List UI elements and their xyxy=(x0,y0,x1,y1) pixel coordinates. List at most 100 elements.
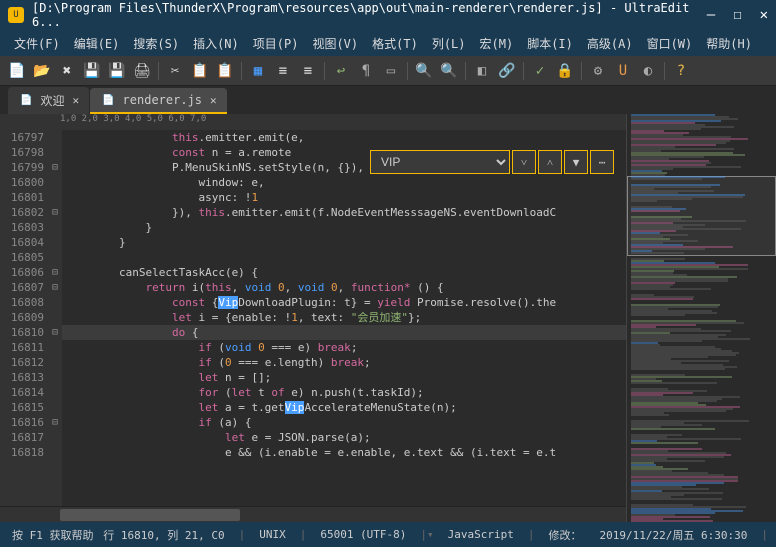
code-line[interactable]: this.emitter.emit(e, xyxy=(62,130,626,145)
indent-icon[interactable]: ≡ xyxy=(272,60,294,82)
fold-toggle[interactable]: ⊟ xyxy=(48,265,62,280)
menu-item[interactable]: 搜索(S) xyxy=(127,32,185,55)
code-line[interactable] xyxy=(62,250,626,265)
minimap[interactable] xyxy=(626,114,776,522)
find-icon[interactable]: 🔍 xyxy=(413,60,435,82)
code-line[interactable]: canSelectTaskAcc(e) { xyxy=(62,265,626,280)
code-line[interactable]: for (let t of e) n.push(t.taskId); xyxy=(62,385,626,400)
menu-item[interactable]: 编辑(E) xyxy=(68,32,126,55)
code-line[interactable]: async: !1 xyxy=(62,190,626,205)
fold-toggle[interactable]: ⊟ xyxy=(48,205,62,220)
fold-toggle[interactable]: ⊟ xyxy=(48,325,62,340)
code-line[interactable]: let e = JSON.parse(a); xyxy=(62,430,626,445)
code-line[interactable]: let a = t.getVipAccelerateMenuState(n); xyxy=(62,400,626,415)
toolbar: 📄📂✖💾💾🖨✂📋📋▦≡≡↩¶▭🔍🔍◧🔗✓🔒⚙U◐? xyxy=(0,56,776,86)
help-icon[interactable]: ? xyxy=(670,60,692,82)
menu-item[interactable]: 宏(M) xyxy=(474,32,520,55)
save-icon[interactable]: 💾 xyxy=(81,60,103,82)
outdent-icon[interactable]: ≡ xyxy=(297,60,319,82)
code-text[interactable]: this.emitter.emit(e, const n = a.remote … xyxy=(62,130,626,506)
tab[interactable]: 📄欢迎✕ xyxy=(8,87,89,114)
menu-item[interactable]: 窗口(W) xyxy=(641,32,699,55)
fold-toggle xyxy=(48,130,62,145)
fold-toggle xyxy=(48,235,62,250)
tab[interactable]: 📄renderer.js✕ xyxy=(90,88,227,114)
mark-icon[interactable]: ▦ xyxy=(247,60,269,82)
menu-item[interactable]: 高级(A) xyxy=(581,32,639,55)
scroll-thumb[interactable] xyxy=(60,509,240,521)
code-area[interactable]: 1679716798167991680016801168021680316804… xyxy=(0,130,626,506)
menu-item[interactable]: 文件(F) xyxy=(8,32,66,55)
save-as-icon[interactable]: 💾 xyxy=(106,60,128,82)
fold-toggle xyxy=(48,295,62,310)
main-area: 1,0 2,0 3,0 4,0 5,0 6,0 7,0 167971679816… xyxy=(0,114,776,522)
fold-gutter[interactable]: ⊟⊟⊟⊟⊟⊟ xyxy=(48,130,62,506)
link-icon[interactable]: 🔗 xyxy=(496,60,518,82)
code-line[interactable]: let n = []; xyxy=(62,370,626,385)
close-icon[interactable]: ✖ xyxy=(56,60,78,82)
menu-item[interactable]: 视图(V) xyxy=(306,32,364,55)
code-line[interactable]: if (a) { xyxy=(62,415,626,430)
fold-toggle xyxy=(48,370,62,385)
code-line[interactable]: if (void 0 === e) break; xyxy=(62,340,626,355)
menu-item[interactable]: 格式(T) xyxy=(366,32,424,55)
ruler: 1,0 2,0 3,0 4,0 5,0 6,0 7,0 xyxy=(0,114,626,130)
app-icon: U xyxy=(8,7,24,23)
code-line[interactable]: } xyxy=(62,220,626,235)
paste-icon[interactable]: 📋 xyxy=(214,60,236,82)
search-options-button[interactable]: ▼ xyxy=(564,150,588,174)
menu-item[interactable]: 插入(N) xyxy=(187,32,245,55)
cut-icon[interactable]: ✂ xyxy=(164,60,186,82)
fold-toggle xyxy=(48,445,62,460)
menu-item[interactable]: 脚本(I) xyxy=(521,32,579,55)
menu-item[interactable]: 帮助(H) xyxy=(700,32,758,55)
nav-icon[interactable]: ◧ xyxy=(471,60,493,82)
code-line[interactable]: do { xyxy=(62,325,626,340)
search-next-button[interactable]: ˅ xyxy=(512,150,536,174)
block-icon[interactable]: ▭ xyxy=(380,60,402,82)
check-icon[interactable]: ✓ xyxy=(529,60,551,82)
tab-close-button[interactable]: ✕ xyxy=(210,94,217,107)
maximize-button[interactable]: ☐ xyxy=(733,7,741,23)
code-line[interactable]: if (0 === e.length) break; xyxy=(62,355,626,370)
replace-icon[interactable]: 🔍 xyxy=(438,60,460,82)
code-line[interactable]: } xyxy=(62,235,626,250)
show-icon[interactable]: ¶ xyxy=(355,60,377,82)
minimize-button[interactable]: — xyxy=(707,7,715,23)
status-position: 行 16810, 列 21, C0 xyxy=(99,527,228,543)
code-line[interactable]: }), this.emitter.emit(f.NodeEventMesssag… xyxy=(62,205,626,220)
file-icon: 📄 xyxy=(102,95,114,106)
tab-close-button[interactable]: ✕ xyxy=(72,94,79,107)
wrap-icon[interactable]: ↩ xyxy=(330,60,352,82)
window-title: [D:\Program Files\ThunderX\Program\resou… xyxy=(32,1,707,29)
search-prev-button[interactable]: ˄ xyxy=(538,150,562,174)
copy-icon[interactable]: 📋 xyxy=(189,60,211,82)
fold-toggle[interactable]: ⊟ xyxy=(48,280,62,295)
tabbar: 📄欢迎✕📄renderer.js✕ xyxy=(0,86,776,114)
new-file-icon[interactable]: 📄 xyxy=(6,60,28,82)
fold-toggle[interactable]: ⊟ xyxy=(48,415,62,430)
search-input[interactable]: VIP xyxy=(370,150,510,174)
code-line[interactable]: window: e, xyxy=(62,175,626,190)
code-line[interactable]: return i(this, void 0, void 0, function*… xyxy=(62,280,626,295)
code-line[interactable]: e && (i.enable = e.enable, e.text && (i.… xyxy=(62,445,626,460)
code-line[interactable]: let i = {enable: !1, text: "会员加速"}; xyxy=(62,310,626,325)
fold-toggle[interactable]: ⊟ xyxy=(48,160,62,175)
close-window-button[interactable]: ✕ xyxy=(760,7,768,23)
html-icon[interactable]: U xyxy=(612,60,634,82)
fold-toggle xyxy=(48,400,62,415)
open-file-icon[interactable]: 📂 xyxy=(31,60,53,82)
horizontal-scrollbar[interactable] xyxy=(0,506,626,522)
search-more-button[interactable]: ⋯ xyxy=(590,150,614,174)
print-icon[interactable]: 🖨 xyxy=(131,60,153,82)
menu-item[interactable]: 项目(P) xyxy=(247,32,305,55)
search-overlay: VIP ˅ ˄ ▼ ⋯ xyxy=(370,150,614,174)
fold-toggle xyxy=(48,310,62,325)
menu-item[interactable]: 列(L) xyxy=(426,32,472,55)
theme-icon[interactable]: ◐ xyxy=(637,60,659,82)
code-line[interactable]: const {VipDownloadPlugin: t} = yield Pro… xyxy=(62,295,626,310)
editor-pane: 1,0 2,0 3,0 4,0 5,0 6,0 7,0 167971679816… xyxy=(0,114,626,522)
pref-icon[interactable]: ⚙ xyxy=(587,60,609,82)
fold-toggle xyxy=(48,385,62,400)
lock-icon[interactable]: 🔒 xyxy=(554,60,576,82)
